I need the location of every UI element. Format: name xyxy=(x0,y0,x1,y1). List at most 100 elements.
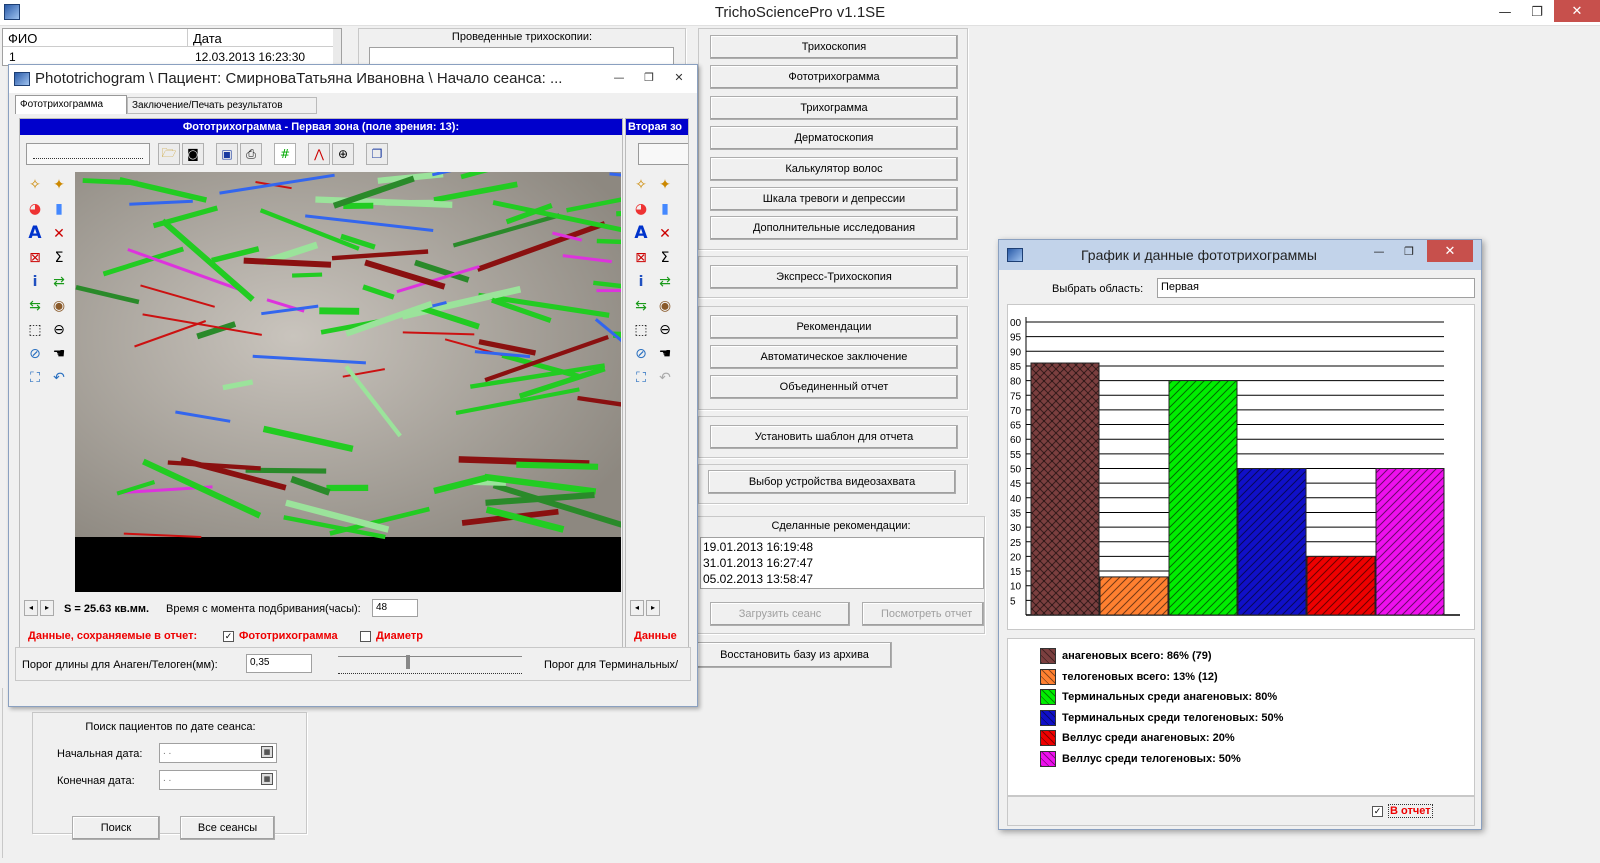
print-icon[interactable]: ⎙ xyxy=(240,143,262,165)
sum-icon[interactable]: Σ xyxy=(49,248,69,268)
pt-close-button[interactable]: ✕ xyxy=(665,65,693,89)
pt-maximize-button[interactable]: ❐ xyxy=(635,65,663,89)
threshold-slider[interactable] xyxy=(338,655,522,674)
eye-icon[interactable]: ◉ xyxy=(655,296,675,316)
tab-phototrichogram[interactable]: Фототрихограмма xyxy=(15,95,127,114)
delete-selection-icon[interactable]: ⊠ xyxy=(25,248,45,268)
restore-archive-button[interactable]: Восстановить базу из архива xyxy=(697,642,892,668)
zone2-zoom-slider[interactable] xyxy=(638,143,688,165)
camera-icon[interactable]: ◙ xyxy=(182,143,204,165)
maximize-button[interactable]: ❐ xyxy=(1522,0,1552,24)
info-icon[interactable]: i xyxy=(631,272,651,292)
sum-icon[interactable]: Σ xyxy=(655,248,675,268)
search-button[interactable]: Поиск xyxy=(72,816,160,840)
close-button[interactable]: ✕ xyxy=(1554,0,1600,22)
table-scrollbar[interactable] xyxy=(333,29,341,65)
trichoscopy-button[interactable]: Трихоскопия xyxy=(710,35,958,59)
threshold-input[interactable]: 0,35 xyxy=(246,654,312,673)
undo-icon[interactable]: ↶ xyxy=(655,368,675,388)
select-rect-icon[interactable]: ⬚ xyxy=(631,320,651,340)
list-item[interactable]: 19.01.2013 16:19:48 xyxy=(703,539,981,555)
zone2-scroll-left[interactable]: ◂ xyxy=(630,600,644,616)
combined-report-button[interactable]: Объединенный отчет xyxy=(710,375,958,399)
calendar-icon[interactable]: ▦ xyxy=(261,746,273,758)
recommendations-button[interactable]: Рекомендации xyxy=(710,315,958,339)
chart-close-button[interactable]: ✕ xyxy=(1427,240,1473,262)
area-select-field[interactable]: Первая xyxy=(1157,278,1475,298)
convert-icon[interactable]: ⇆ xyxy=(25,296,45,316)
phototrichogram-button[interactable]: Фототрихограмма xyxy=(710,65,958,89)
all-sessions-button[interactable]: Все сеансы xyxy=(180,816,275,840)
fullscreen-icon[interactable]: ⛶ xyxy=(631,368,651,388)
phototrichogram-checkbox[interactable]: ✓ xyxy=(223,631,234,642)
column-header-name[interactable]: ФИО xyxy=(3,29,188,47)
diameter-checkbox[interactable] xyxy=(360,631,371,642)
text-icon[interactable]: A xyxy=(25,223,45,243)
zoom-icon[interactable]: ⊖ xyxy=(655,320,675,340)
tab-conclusion[interactable]: Заключение/Печать результатов xyxy=(127,97,317,114)
save-icon[interactable]: ▣ xyxy=(216,143,238,165)
trichogram-button[interactable]: Трихограмма xyxy=(710,96,958,120)
swap-icon[interactable]: ⇄ xyxy=(49,272,69,292)
chart-minimize-button[interactable]: — xyxy=(1365,240,1393,262)
start-date-field[interactable]: . . xyxy=(159,743,277,763)
list-item[interactable]: 31.01.2013 16:27:47 xyxy=(703,555,981,571)
measure-icon[interactable]: ⋀ xyxy=(308,143,330,165)
phototrichogram-check-label[interactable]: Фототрихограмма xyxy=(239,630,338,642)
open-folder-icon[interactable]: 🗁 xyxy=(158,143,180,165)
bar-icon[interactable]: ▮ xyxy=(49,199,69,219)
bar-icon[interactable]: ▮ xyxy=(655,199,675,219)
zone2-scroll-right[interactable]: ▸ xyxy=(646,600,660,616)
hand-icon[interactable]: ☚ xyxy=(49,344,69,364)
minimize-button[interactable]: — xyxy=(1490,0,1520,24)
auto-detect-icon[interactable]: ✧ xyxy=(25,175,45,195)
delete-selection-icon[interactable]: ⊠ xyxy=(631,248,651,268)
hair-calculator-button[interactable]: Калькулятор волос xyxy=(710,157,958,181)
eye-icon[interactable]: ◉ xyxy=(49,296,69,316)
convert-icon[interactable]: ⇆ xyxy=(631,296,651,316)
express-trichoscopy-button[interactable]: Экспресс-Трихоскопия xyxy=(710,265,958,289)
video-capture-button[interactable]: Выбор устройства видеозахвата xyxy=(708,470,956,494)
select-rect-icon[interactable]: ⬚ xyxy=(25,320,45,340)
grid-icon[interactable]: # xyxy=(274,143,296,165)
magic-wand-icon[interactable]: ✦ xyxy=(655,175,675,195)
scroll-right-button[interactable]: ▸ xyxy=(40,600,54,616)
target-icon[interactable]: ⊕ xyxy=(332,143,354,165)
scroll-left-button[interactable]: ◂ xyxy=(24,600,38,616)
fullscreen-icon[interactable]: ⛶ xyxy=(25,368,45,388)
zoom-icon[interactable]: ⊖ xyxy=(49,320,69,340)
swap-icon[interactable]: ⇄ xyxy=(655,272,675,292)
auto-detect-icon[interactable]: ✧ xyxy=(631,175,651,195)
pt-minimize-button[interactable]: — xyxy=(605,65,633,89)
anxiety-scale-button[interactable]: Шкала тревоги и депрессии xyxy=(710,187,958,211)
dermatoscopy-button[interactable]: Дерматоскопия xyxy=(710,126,958,150)
color-wheel-icon[interactable]: ◕ xyxy=(25,199,45,219)
chart-maximize-button[interactable]: ❐ xyxy=(1395,240,1423,262)
calendar-icon[interactable]: ▦ xyxy=(261,773,273,785)
list-item[interactable]: 05.02.2013 13:58:47 xyxy=(703,571,981,587)
diameter-check-label[interactable]: Диаметр xyxy=(376,630,423,642)
load-session-button[interactable]: Загрузить сеанс xyxy=(710,602,850,626)
report-template-button[interactable]: Установить шаблон для отчета xyxy=(710,425,958,449)
copy-icon[interactable]: ❐ xyxy=(366,143,388,165)
delete-icon[interactable]: ✕ xyxy=(655,224,675,244)
phototrichogram-image[interactable] xyxy=(75,172,621,592)
recommendations-list[interactable]: 19.01.2013 16:19:48 31.01.2013 16:27:47 … xyxy=(700,537,984,589)
time-input[interactable]: 48 xyxy=(372,599,418,617)
threshold-slider-thumb[interactable] xyxy=(406,655,410,669)
undo-icon[interactable]: ↶ xyxy=(49,368,69,388)
magic-wand-icon[interactable]: ✦ xyxy=(49,175,69,195)
column-header-date[interactable]: Дата xyxy=(188,29,333,47)
additional-studies-button[interactable]: Дополнительные исследования xyxy=(710,216,958,240)
zoom-fit-icon[interactable]: ⊘ xyxy=(631,344,651,364)
view-report-button[interactable]: Посмотреть отчет xyxy=(862,602,984,626)
report-check-label[interactable]: В отчет xyxy=(1388,804,1433,818)
end-date-field[interactable]: . . xyxy=(159,770,277,790)
text-icon[interactable]: A xyxy=(631,223,651,243)
hand-icon[interactable]: ☚ xyxy=(655,344,675,364)
auto-conclusion-button[interactable]: Автоматическое заключение xyxy=(710,345,958,369)
zoom-slider[interactable] xyxy=(26,143,150,165)
report-checkbox[interactable]: ✓ xyxy=(1372,806,1383,817)
delete-icon[interactable]: ✕ xyxy=(49,224,69,244)
info-icon[interactable]: i xyxy=(25,272,45,292)
